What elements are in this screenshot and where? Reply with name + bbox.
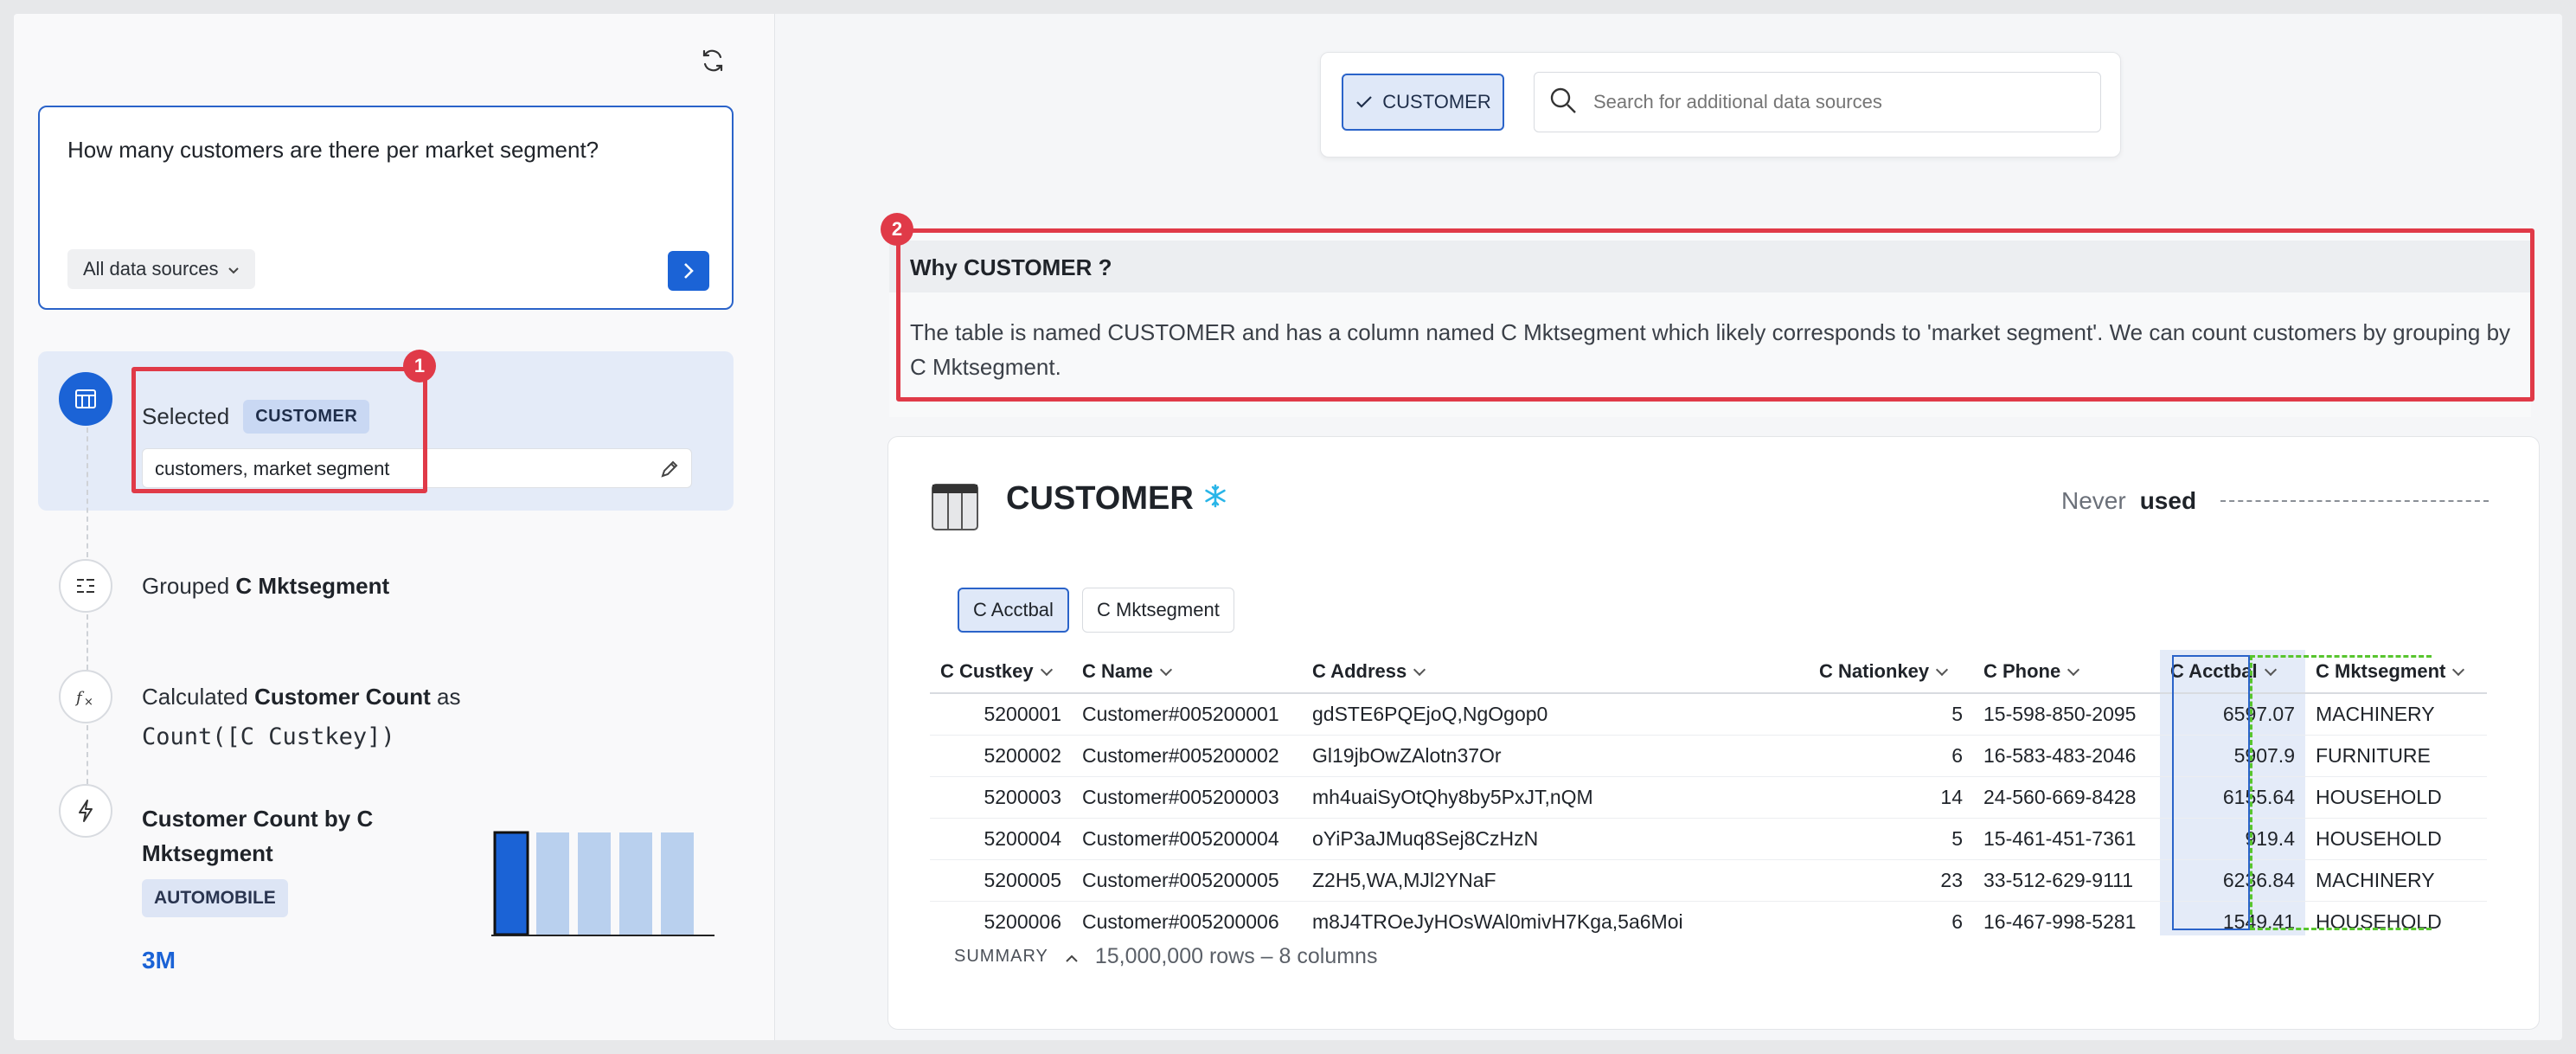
result-bar[interactable] <box>493 831 529 936</box>
chevron-down-icon <box>227 258 240 280</box>
table-cell: 14 <box>1809 776 1973 819</box>
data-source-bar: CUSTOMER <box>1320 52 2121 157</box>
search-input[interactable] <box>1593 91 2078 113</box>
selected-source-button[interactable]: CUSTOMER <box>1342 74 1504 131</box>
table-cell: 6 <box>1809 735 1973 777</box>
column-header-address[interactable]: C Address <box>1302 650 1809 694</box>
table-cell: 5200001 <box>930 693 1072 736</box>
step-connector <box>87 614 88 670</box>
result-title: Customer Count by C Mktsegment <box>142 801 401 871</box>
annotation-badge-1: 1 <box>403 350 436 382</box>
source-search[interactable] <box>1534 72 2101 132</box>
result-bar[interactable] <box>661 832 694 935</box>
grouped-value: C Mktsegment <box>235 573 390 599</box>
question-text[interactable]: How many customers are there per market … <box>67 137 599 164</box>
chevron-down-icon <box>1040 663 1053 676</box>
chevron-down-icon <box>1159 663 1172 676</box>
acctbal-column-highlight <box>2172 655 2250 930</box>
annotation-box-1 <box>131 367 427 493</box>
chevron-down-icon <box>1413 663 1426 676</box>
calculated-value: Customer Count <box>254 684 431 710</box>
annotation-box-2 <box>896 228 2534 402</box>
result-bar[interactable] <box>578 832 611 935</box>
table-cell: 5 <box>1809 818 1973 860</box>
table-cell: 5 <box>1809 693 1973 736</box>
calculated-formula: Count([C Custkey]) <box>142 723 395 750</box>
send-button[interactable] <box>668 251 709 291</box>
check-icon <box>1356 96 1373 108</box>
result-bar[interactable] <box>619 832 652 935</box>
table-cell: 5200003 <box>930 776 1072 819</box>
column-header-custkey[interactable]: C Custkey <box>930 650 1072 694</box>
lightning-icon <box>59 784 112 838</box>
calculated-label: Calculated <box>142 684 248 710</box>
mktsegment-column-highlight <box>2250 655 2432 930</box>
chevron-up-icon[interactable] <box>1064 946 1080 968</box>
result-value: 3M <box>142 947 176 974</box>
table-cell: 33-512-629-9111 <box>1973 859 2160 902</box>
table-cell: Z2H5,WA,MJl2YNaF <box>1302 859 1809 902</box>
pencil-icon[interactable] <box>657 456 682 482</box>
step-connector <box>87 725 88 784</box>
data-source-label: All data sources <box>83 258 219 280</box>
table-cell: 16-467-998-5281 <box>1973 901 2160 935</box>
table-cell: 5200006 <box>930 901 1072 935</box>
formula-icon: f × <box>59 670 112 723</box>
summary-label: SUMMARY <box>954 947 1048 966</box>
table-cell: mh4uaiSyOtQhy8by5PxJT,nQM <box>1302 776 1809 819</box>
table-cell: 24-560-669-8428 <box>1973 776 2160 819</box>
result-bar[interactable] <box>536 832 569 935</box>
question-box[interactable]: How many customers are there per market … <box>38 106 734 310</box>
table-cell: 23 <box>1809 859 1973 902</box>
table-cell: Customer#005200004 <box>1072 818 1302 860</box>
table-cell: Customer#005200002 <box>1072 735 1302 777</box>
search-icon <box>1548 86 1578 119</box>
annotation-badge-2: 2 <box>881 213 913 246</box>
table-cell: gdSTE6PQEjoQ,NgOgop0 <box>1302 693 1809 736</box>
summary-count: 15,000,000 rows – 8 columns <box>1094 944 1378 968</box>
table-cell: m8J4TROeJyHOsWAl0mivH7Kga,5a6Moi <box>1302 901 1809 935</box>
table-cell: 5200002 <box>930 735 1072 777</box>
data-source-dropdown[interactable]: All data sources <box>67 249 255 289</box>
chevron-right-icon <box>684 263 694 279</box>
result-title-text: Customer Count by C Mktsegment <box>142 806 374 866</box>
table-cell: 15-461-451-7361 <box>1973 818 2160 860</box>
app-window: How many customers are there per market … <box>14 14 2562 1040</box>
step-connector <box>87 427 88 557</box>
calculated-as: as <box>437 684 461 710</box>
result-bar-chart[interactable] <box>491 813 720 938</box>
table-cell: 15-598-850-2095 <box>1973 693 2160 736</box>
column-header-name[interactable]: C Name <box>1072 650 1302 694</box>
table-icon <box>59 372 112 426</box>
grouped-step: Grouped C Mktsegment <box>142 573 389 600</box>
table-cell: 5200005 <box>930 859 1072 902</box>
grouped-label: Grouped <box>142 573 230 599</box>
group-icon <box>59 559 112 613</box>
table-cell: oYiP3aJMuq8Sej8CzHzN <box>1302 818 1809 860</box>
column-header-nationkey[interactable]: C Nationkey <box>1809 650 1973 694</box>
table-cell: Customer#005200001 <box>1072 693 1302 736</box>
refresh-icon[interactable] <box>695 43 730 78</box>
chevron-down-icon <box>2452 663 2465 676</box>
selected-source-label: CUSTOMER <box>1382 91 1491 112</box>
column-header-phone[interactable]: C Phone <box>1973 650 2160 694</box>
calculated-step: Calculated Customer Count as <box>142 684 460 710</box>
table-cell: Customer#005200005 <box>1072 859 1302 902</box>
table-cell: 5200004 <box>930 818 1072 860</box>
table-cell: 16-583-483-2046 <box>1973 735 2160 777</box>
chevron-down-icon <box>1936 663 1949 676</box>
result-category-chip: AUTOMOBILE <box>142 879 288 917</box>
left-panel: How many customers are there per market … <box>14 14 775 1040</box>
table-cell: Customer#005200003 <box>1072 776 1302 819</box>
table-cell: Customer#005200006 <box>1072 901 1302 935</box>
svg-text:×: × <box>84 696 93 709</box>
table-cell: 6 <box>1809 901 1973 935</box>
chevron-down-icon <box>2067 663 2080 676</box>
table-cell: Gl19jbOwZAlotn37Or <box>1302 735 1809 777</box>
table-summary[interactable]: SUMMARY 15,000,000 rows – 8 columns <box>954 944 1377 969</box>
table-preview-card: CUSTOMER Never used C Acctbal C Mktsegme… <box>888 436 2540 1030</box>
